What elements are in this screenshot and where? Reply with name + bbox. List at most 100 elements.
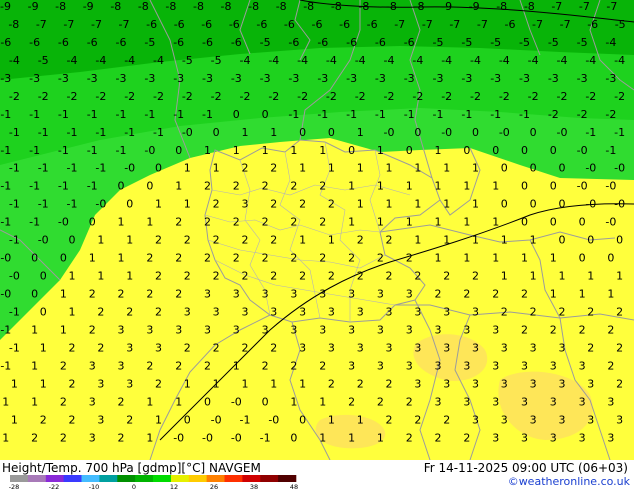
temperature-value: 1: [233, 359, 240, 372]
temperature-value: -8: [193, 0, 204, 13]
temperature-value: 2: [262, 180, 269, 193]
temperature-value: 0: [299, 413, 306, 426]
temperature-value: 3: [521, 431, 528, 444]
temperature-value: -5: [519, 36, 530, 49]
temperature-value: -3: [202, 72, 213, 85]
temperature-value: 3: [435, 323, 442, 336]
temperature-value: -6: [58, 36, 69, 49]
temperature-value: 3: [328, 306, 335, 319]
temperature-value: 0: [204, 395, 211, 408]
temperature-value: 1: [213, 377, 220, 390]
temperature-value: -0: [124, 162, 135, 175]
temperature-value: -6: [231, 36, 242, 49]
temperature-value: 1: [377, 180, 384, 193]
temperature-value: -0: [0, 252, 11, 265]
temperature-value: 0: [501, 198, 508, 211]
temperature-value: -2: [95, 90, 106, 103]
temperature-value: 1: [11, 413, 18, 426]
temperature-value: -1: [240, 413, 251, 426]
temperature-value: 2: [406, 431, 413, 444]
temperature-value: -0: [173, 431, 184, 444]
temperature-value: 3: [559, 413, 566, 426]
temperature-value: 2: [213, 270, 220, 283]
temperature-value: 1: [31, 395, 38, 408]
temperature-value: 2: [270, 234, 277, 247]
temperature-value: -1: [0, 359, 11, 372]
temperature-value: -0: [0, 288, 11, 301]
temperature-value: -4: [557, 54, 568, 67]
temperature-value: 2: [607, 359, 614, 372]
temperature-value: 3: [184, 306, 191, 319]
temperature-value: -8: [165, 0, 176, 13]
temperature-value: -4: [441, 54, 452, 67]
temperature-value: 0: [521, 216, 528, 229]
temperature-value: 3: [463, 323, 470, 336]
temperature-value: -1: [144, 108, 155, 121]
temperature-value: -7: [91, 18, 102, 31]
temperature-value: -3: [346, 72, 357, 85]
temperature-value: 0: [40, 270, 47, 283]
temperature-value: 1: [155, 413, 162, 426]
temperature-value: -1: [346, 108, 357, 121]
temperature-value: 1: [492, 252, 499, 265]
temperature-value: -1: [58, 144, 69, 157]
temperature-value: 1: [146, 216, 153, 229]
temperature-value: -0: [441, 126, 452, 139]
temperature-value: -3: [260, 72, 271, 85]
temperature-value: -0: [211, 413, 222, 426]
temperature-value: 3: [463, 359, 470, 372]
temperature-value: -8: [248, 0, 259, 13]
temperature-value: 2: [242, 270, 249, 283]
temperature-value: 0: [530, 198, 537, 211]
temperature-value: -8: [386, 0, 397, 13]
temperature-value: 1: [213, 162, 220, 175]
temperature-value: 3: [443, 306, 450, 319]
temperature-value: 3: [579, 359, 586, 372]
temperature-value: 1: [31, 323, 38, 336]
weather-map: -9 -9 -8 -9 -8 -8 -8 -8 -8 -8 -8 -8 -8 -8 -8 -8 -9 -9 -8 -8…: [0, 0, 634, 460]
temperature-value: 2: [443, 413, 450, 426]
temperature-value: 0: [406, 144, 413, 157]
temperature-value: -3: [29, 72, 40, 85]
temperature-value: -1: [38, 162, 49, 175]
temperature-value: 1: [299, 377, 306, 390]
temperature-value: 1: [501, 270, 508, 283]
temperature-value: 3: [386, 306, 393, 319]
temperature-value: 2: [69, 377, 76, 390]
temperature-value: -5: [211, 54, 222, 67]
temperature-value: -2: [585, 90, 596, 103]
temperature-value: -6: [116, 36, 127, 49]
temperature-value: 1: [118, 252, 125, 265]
temperature-value: 1: [550, 252, 557, 265]
temperature-value: 0: [579, 252, 586, 265]
temperature-value: -1: [58, 180, 69, 193]
temperature-value: -5: [461, 36, 472, 49]
map-title: Height/Temp. 700 hPa [gdmp][°C] NAVGEM: [2, 461, 261, 475]
temperature-value: 3: [414, 306, 421, 319]
temperature-value: -5: [433, 36, 444, 49]
temperature-value: 3: [386, 341, 393, 354]
temperature-value: -0: [144, 144, 155, 157]
temperature-value: -2: [355, 90, 366, 103]
temperature-value: 2: [242, 234, 249, 247]
temperature-value: 2: [550, 323, 557, 336]
temperature-value: 1: [472, 198, 479, 211]
temperature-value: 0: [501, 162, 508, 175]
temperature-value: 1: [184, 162, 191, 175]
temperature-value: -2: [548, 108, 559, 121]
temperature-value: 1: [386, 198, 393, 211]
temperature-value: -1: [9, 162, 20, 175]
temperature-value: -1: [490, 108, 501, 121]
credit-link[interactable]: ©weatheronline.co.uk: [508, 475, 630, 489]
temperature-value: 3: [233, 288, 240, 301]
temperature-value: 3: [357, 341, 364, 354]
temperature-value: 1: [472, 162, 479, 175]
temperature-value: 2: [607, 323, 614, 336]
color-scale-swatch: [170, 475, 190, 482]
temperature-value: 1: [290, 395, 297, 408]
temperature-value: -2: [240, 90, 251, 103]
temperature-value: 1: [492, 216, 499, 229]
temperature-value: 3: [126, 377, 133, 390]
temperature-value: 1: [319, 144, 326, 157]
temperature-value: 2: [155, 377, 162, 390]
